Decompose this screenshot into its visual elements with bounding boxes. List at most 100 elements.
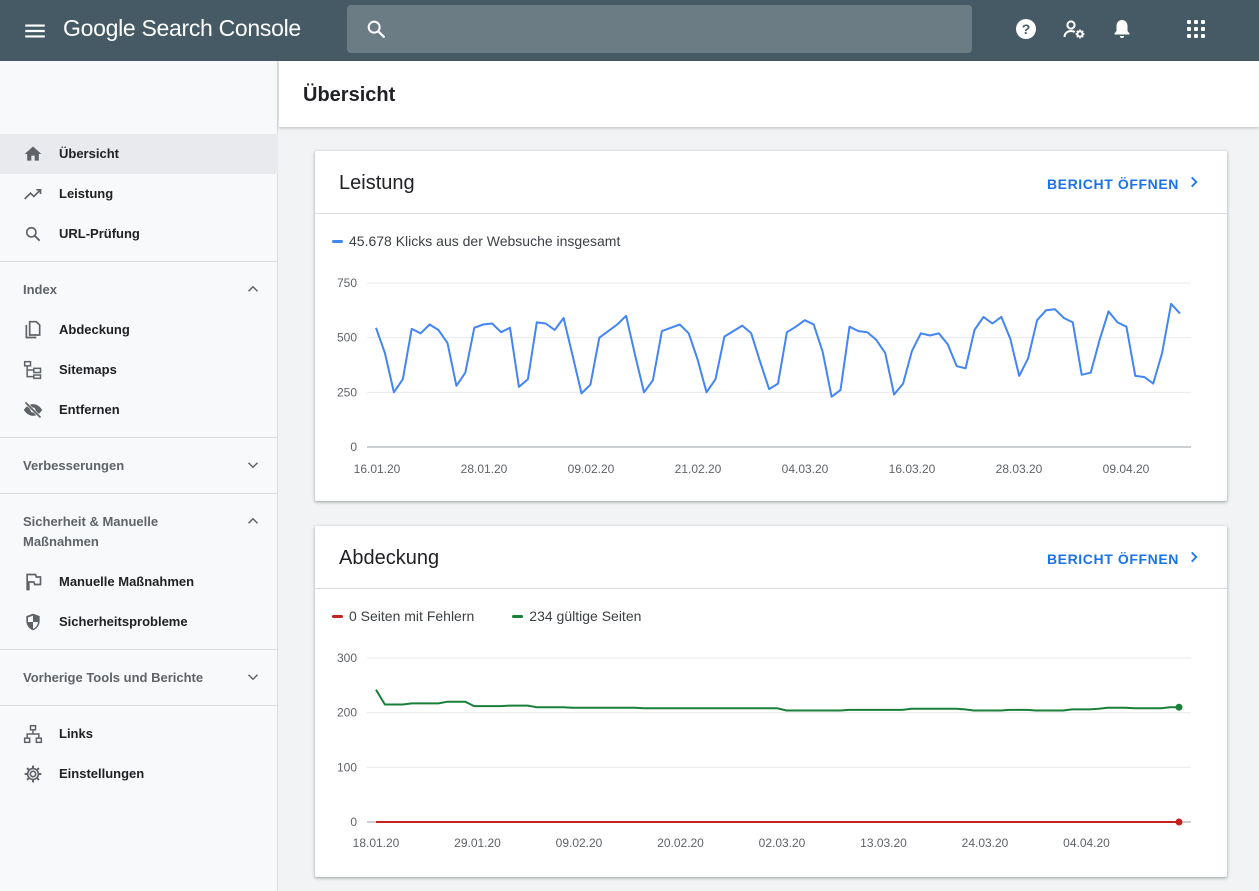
links-icon	[23, 724, 43, 744]
copy-icon	[23, 320, 43, 340]
series-line	[375, 689, 1179, 712]
sidebar-item-einstellungen[interactable]: Einstellungen	[0, 754, 278, 794]
divider	[0, 705, 278, 706]
divider	[0, 437, 278, 438]
settings-icon	[23, 764, 43, 784]
shield-icon	[23, 612, 43, 632]
sidebar-item-label: Sicherheitsprobleme	[59, 614, 188, 629]
x-tick-label: 20.02.20	[657, 836, 704, 850]
sidebar-item-url-pruefung[interactable]: URL-Prüfung	[0, 214, 278, 254]
chevron-right-icon	[1187, 175, 1201, 192]
performance-card: Leistung BERICHT ÖFFNEN 45.678 Klicks au…	[315, 151, 1227, 501]
chevron-up-icon	[244, 512, 262, 530]
chevron-right-icon	[1187, 550, 1201, 567]
series-end-point	[1175, 703, 1183, 711]
x-tick-label: 28.03.20	[996, 462, 1043, 476]
x-tick-label: 16.01.20	[354, 462, 401, 476]
x-tick-label: 09.02.20	[556, 836, 603, 850]
section-sicherheit[interactable]: Sicherheit & Manuelle Maßnahmen	[0, 512, 278, 552]
section-label: Index	[23, 282, 57, 297]
sidebar-item-entfernen[interactable]: Entfernen	[0, 390, 278, 430]
section-verbesserungen[interactable]: Verbesserungen	[0, 456, 278, 476]
sidebar-item-manuelle-massnahmen[interactable]: Manuelle Maßnahmen	[0, 562, 278, 602]
chevron-down-icon	[244, 456, 262, 474]
card-header: Leistung BERICHT ÖFFNEN	[315, 151, 1227, 214]
trending-up-icon	[23, 184, 43, 204]
section-label: Sicherheit & Manuelle Maßnahmen	[23, 514, 159, 549]
search-icon	[365, 18, 387, 45]
divider	[0, 649, 278, 650]
series-end-point	[1175, 818, 1183, 826]
open-report-label: BERICHT ÖFFNEN	[1046, 550, 1179, 567]
x-tick-label: 29.01.20	[454, 836, 501, 850]
page-title: Übersicht	[303, 84, 396, 106]
x-tick-label: 09.02.20	[568, 462, 615, 476]
notifications-icon[interactable]	[1110, 17, 1134, 41]
card-header: Abdeckung BERICHT ÖFFNEN	[315, 526, 1227, 589]
sidebar-item-leistung[interactable]: Leistung	[0, 174, 278, 214]
visibility-off-icon	[23, 400, 43, 420]
sidebar-item-label: Manuelle Maßnahmen	[59, 574, 195, 589]
divider	[0, 261, 278, 262]
open-report-label: BERICHT ÖFFNEN	[1046, 175, 1179, 192]
section-label: Vorherige Tools und Berichte	[23, 670, 204, 685]
top-app-bar: Google Search Console ?	[0, 0, 1259, 61]
x-tick-label: 02.03.20	[759, 836, 806, 850]
menu-icon[interactable]	[22, 18, 48, 44]
y-tick-label: 750	[337, 276, 357, 290]
divider	[0, 493, 278, 494]
home-icon	[23, 144, 43, 164]
search-bar[interactable]	[347, 5, 972, 53]
y-tick-label: 300	[337, 651, 357, 665]
series-line	[375, 302, 1181, 398]
apps-icon[interactable]	[1184, 17, 1208, 41]
sidebar-item-label: Leistung	[59, 186, 114, 201]
user-settings-icon[interactable]	[1062, 17, 1086, 41]
x-tick-label: 13.03.20	[860, 836, 907, 850]
sidebar-item-sicherheitsprobleme[interactable]: Sicherheitsprobleme	[0, 602, 278, 642]
chevron-down-icon	[244, 668, 262, 686]
card-title: Abdeckung	[339, 547, 440, 569]
y-tick-label: 250	[337, 385, 357, 399]
y-tick-label: 0	[350, 815, 357, 829]
help-icon[interactable]: ?	[1014, 17, 1038, 41]
sidebar-item-label: Links	[59, 726, 93, 741]
y-tick-label: 500	[337, 331, 357, 345]
sidebar-item-sitemaps[interactable]: Sitemaps	[0, 350, 278, 390]
y-tick-label: 200	[337, 706, 357, 720]
y-tick-label: 0	[350, 440, 357, 454]
sidebar-item-abdeckung[interactable]: Abdeckung	[0, 310, 278, 350]
sidebar-item-links[interactable]: Links	[0, 714, 278, 754]
svg-text:?: ?	[1022, 21, 1031, 37]
app-logo[interactable]: Google Search Console	[63, 15, 301, 42]
clicks-chart: 750 500 250 0 16.01.20 28.01.20 09.02.20 21.02.…	[337, 276, 1191, 476]
sidebar-item-label: URL-Prüfung	[59, 226, 140, 241]
sidebar-item-label: Einstellungen	[59, 766, 145, 781]
open-report-link[interactable]: BERICHT ÖFFNEN	[1047, 550, 1201, 567]
sidebar-item-label: Abdeckung	[59, 322, 130, 337]
flag-icon	[23, 572, 43, 592]
sitemap-icon	[23, 360, 43, 380]
x-tick-label: 28.01.20	[461, 462, 508, 476]
search-input[interactable]	[403, 5, 963, 53]
x-tick-label: 24.03.20	[962, 836, 1009, 850]
section-vorherige-tools[interactable]: Vorherige Tools und Berichte	[0, 668, 278, 688]
x-tick-label: 21.02.20	[675, 462, 722, 476]
coverage-chart: 300 200 100 0 18.01.20 29.01.20 09.02.20 20.02.…	[337, 651, 1191, 850]
coverage-card: Abdeckung BERICHT ÖFFNEN 0 Seiten mit Fe…	[315, 526, 1227, 877]
x-tick-label: 18.01.20	[353, 836, 400, 850]
search-icon	[23, 224, 43, 244]
x-tick-label: 04.03.20	[782, 462, 829, 476]
sidebar-item-label: Übersicht	[59, 146, 119, 161]
x-tick-label: 16.03.20	[889, 462, 936, 476]
sidebar-item-label: Entfernen	[59, 402, 120, 417]
sidebar: Übersicht Leistung URL-Prüfung Index Abd…	[0, 61, 278, 891]
section-index[interactable]: Index	[0, 280, 278, 300]
x-tick-label: 09.04.20	[1103, 462, 1150, 476]
section-label: Verbesserungen	[23, 458, 125, 473]
sidebar-item-uebersicht[interactable]: Übersicht	[0, 134, 278, 174]
sidebar-item-label: Sitemaps	[59, 362, 117, 377]
open-report-link[interactable]: BERICHT ÖFFNEN	[1047, 175, 1201, 192]
x-tick-label: 04.04.20	[1063, 836, 1110, 850]
chevron-up-icon	[244, 280, 262, 298]
